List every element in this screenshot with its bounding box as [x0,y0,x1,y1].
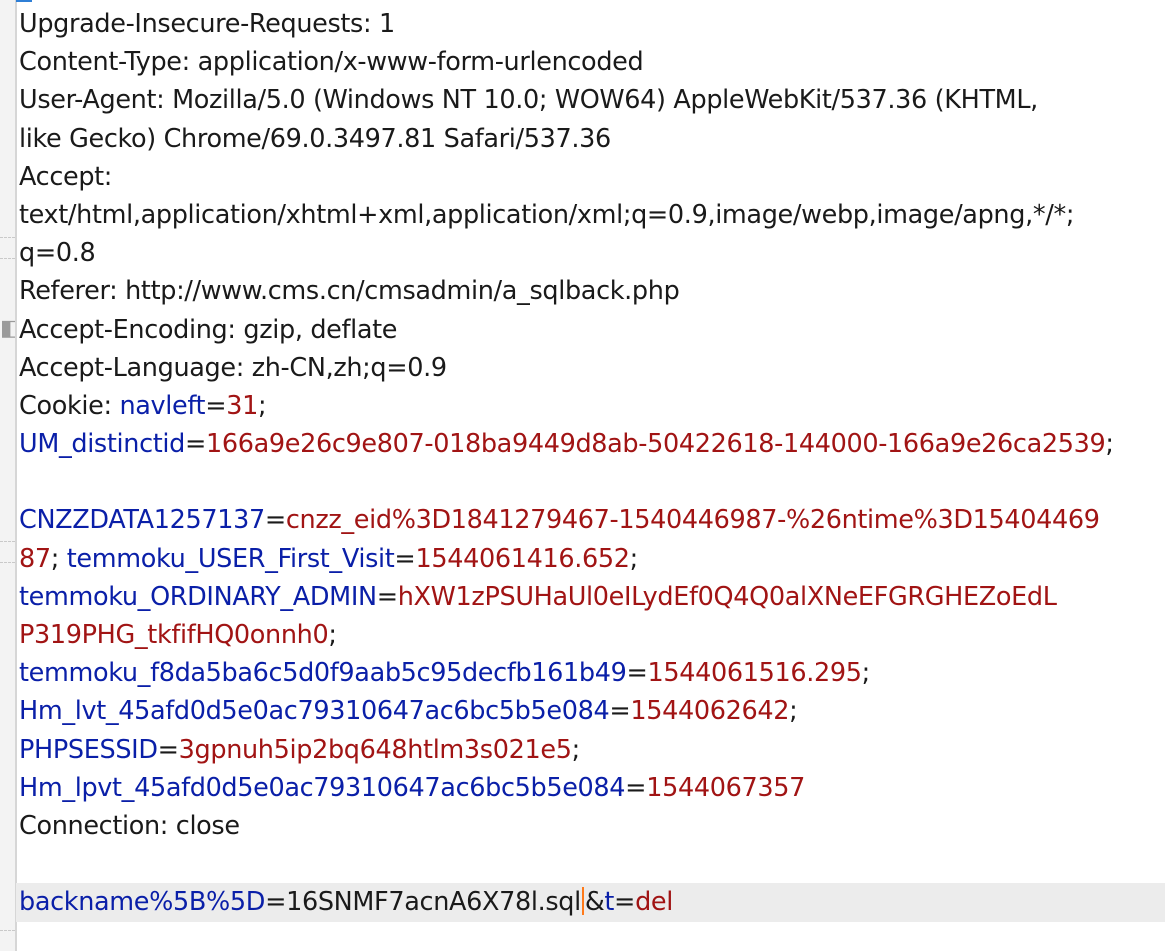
separator: ; [1105,429,1114,460]
text-caret [581,887,584,916]
cookie-value: 166a9e26c9e807-018ba9449d8ab-50422618-14… [206,429,1106,460]
separator: ; [328,620,337,650]
separator: ; [861,658,871,689]
wrap-gap [19,463,1165,501]
cookie-value: hXW1zPSUHaUl0eILydEf0Q4Q0alXNeEFGRGHEZoE… [397,581,1057,612]
cookie-value: 1544062642 [630,696,790,727]
header-accept-value: text/html,application/xhtml+xml,applicat… [19,199,1075,230]
cookie-value: 1544061516.295 [647,658,862,689]
editor-border [15,0,17,951]
cookie-name: UM_distinctid [19,429,185,460]
param-name: t [604,887,615,918]
cookie-cnzzdata-cont: 87; temmoku_USER_First_Visit=1544061416.… [19,540,1165,578]
header-accept-language: Accept-Language: zh-CN,zh;q=0.9 [19,352,447,383]
header-connection: Connection: close [19,810,240,841]
equals-sign: = [264,505,286,536]
gutter-divider [0,930,15,931]
header-referer: Referer: http://www.cms.cn/cmsadmin/a_sq… [19,276,680,307]
separator: ; [257,390,267,421]
cookie-name: Hm_lpvt_45afd0d5e0ac79310647ac6bc5b5e084 [19,772,626,803]
equals-sign: = [184,429,206,460]
header-accept-encoding: Accept-Encoding: gzip, deflate [19,314,398,345]
cookie-ordinary-admin: temmoku_ORDINARY_ADMIN=hXW1zPSUHaUl0eILy… [19,578,1165,616]
param-name: backname%5B%5D [19,887,266,918]
equals-sign: = [376,581,398,612]
cookie-value: 1544067357 [646,772,805,803]
header-accept: Accept: [19,161,113,192]
cookie-value: cnzz_eid%3D1841279467-1540446987-%26ntim… [285,505,1100,536]
separator: ; [571,734,581,765]
cookie-hm-lvt: Hm_lvt_45afd0d5e0ac79310647ac6bc5b5e084=… [19,692,1165,730]
equals-sign: = [394,543,416,574]
raw-request-editor[interactable]: Upgrade-Insecure-Requests: 1 Content-Typ… [16,5,1165,922]
partial-tab-icon: ◧ [0,316,15,341]
cookie-value-cont: P319PHG_tkfifHQ0onnh0 [19,620,329,650]
cookie-um-distinctid: UM_distinctid=166a9e26c9e807-018ba9449d8… [19,425,1165,463]
cookie-value: 3gpnuh5ip2bq648htlm3s021e5 [178,734,572,765]
header-content-type: Content-Type: application/x-www-form-url… [19,47,644,78]
header-upgrade-insecure: Upgrade-Insecure-Requests: 1 [19,9,395,39]
cookie-value: 1544061416.652 [415,543,630,574]
cookie-name: Hm_lvt_45afd0d5e0ac79310647ac6bc5b5e084 [19,696,610,727]
header-user-agent-cont: like Gecko) Chrome/69.0.3497.81 Safari/5… [19,123,611,154]
cookie-phpsessid: PHPSESSID=3gpnuh5ip2bq648htlm3s021e5; [19,731,1165,769]
param-separator: & [584,887,605,918]
cookie-label: Cookie: [19,390,120,421]
header-body-separator [19,845,1165,883]
separator: ; [50,543,60,574]
equals-sign: = [205,390,227,421]
separator: ; [629,543,639,574]
gutter-divider [0,237,15,238]
equals-sign: = [625,772,647,803]
cookie-hm-lpvt: Hm_lpvt_45afd0d5e0ac79310647ac6bc5b5e084… [19,769,1165,807]
cookie-name: temmoku_ORDINARY_ADMIN [19,581,377,612]
focus-indicator [16,0,32,2]
separator: ; [789,696,798,727]
cookie-name: navleft [119,390,206,421]
cookie-ordinary-admin-cont: P319PHG_tkfifHQ0onnh0; [19,616,1165,654]
cookie-value-cont: 87 [19,543,51,574]
cookie-value: 31 [226,390,258,421]
param-value: del [635,887,673,918]
left-gutter: ◧ [0,0,15,951]
request-body-line[interactable]: backname%5B%5D=16SNMF7acnA6X78l.sql &t=de… [16,883,1165,922]
equals-sign: = [626,658,648,689]
header-cookie: Cookie: navleft=31; [19,387,1165,425]
cookie-temmoku-hash: temmoku_f8da5ba6c5d0f9aab5c95decfb161b49… [19,654,1165,692]
cookie-cnzzdata: CNZZDATA1257137=cnzz_eid%3D1841279467-15… [19,501,1165,539]
cookie-name: PHPSESSID [19,734,158,765]
cookie-name: temmoku_USER_First_Visit [66,543,395,574]
param-value: 16SNMF7acnA6X78l.sql [286,887,581,918]
equals-sign: = [609,696,631,727]
header-accept-value-cont: q=0.8 [19,238,96,269]
equals-sign: = [265,887,287,918]
header-user-agent: User-Agent: Mozilla/5.0 (Windows NT 10.0… [19,85,1038,116]
gutter-divider [0,541,15,542]
equals-sign: = [614,887,636,918]
cookie-name: temmoku_f8da5ba6c5d0f9aab5c95decfb161b49 [19,658,627,689]
cookie-name: CNZZDATA1257137 [19,505,265,536]
gutter-divider [0,258,15,259]
equals-sign: = [157,734,179,765]
gutter-divider [0,562,15,563]
